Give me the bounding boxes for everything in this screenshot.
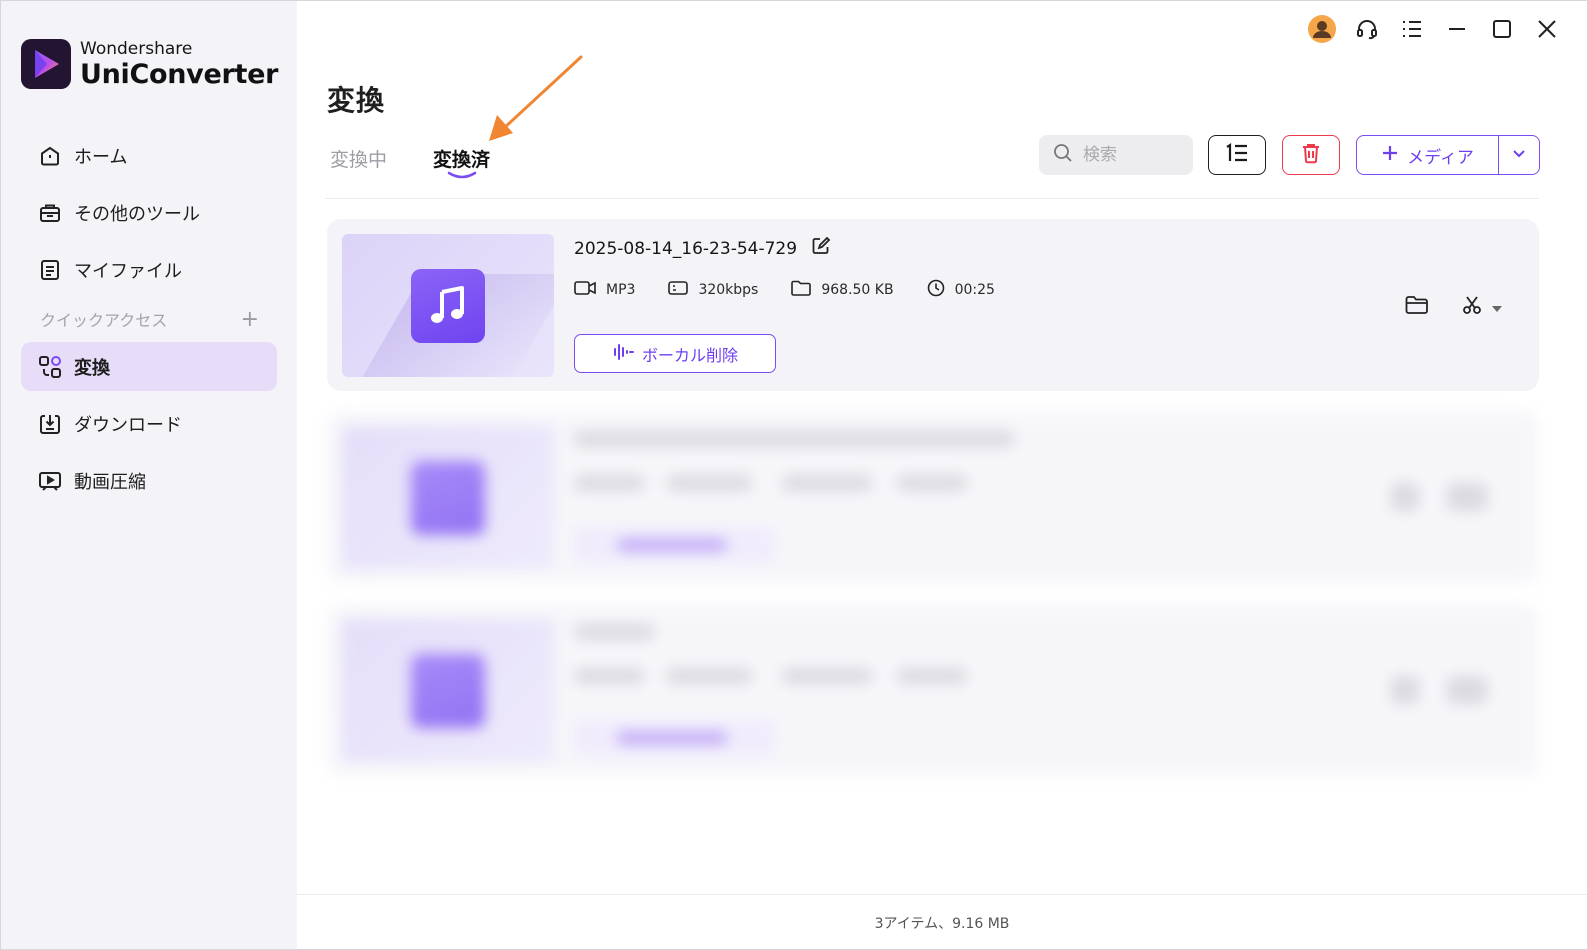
sort-list-button[interactable] <box>1208 135 1266 175</box>
sidebar-item-home[interactable]: ホーム <box>21 131 277 180</box>
file-card-blurred <box>327 411 1539 583</box>
add-media-label: メディア <box>1407 147 1474 168</box>
file-card-actions <box>1405 294 1503 320</box>
file-card: 2025-08-14_16-23-54-729 MP3 320kbps 968.… <box>327 219 1539 391</box>
file-duration: 00:25 <box>954 282 995 298</box>
home-icon <box>37 143 63 169</box>
sidebar-item-label: ダウンロード <box>74 414 182 436</box>
search-input[interactable] <box>1081 144 1175 166</box>
tab-bar: 変換中 変換済 <box>330 145 491 179</box>
toolbox-icon <box>37 200 63 226</box>
music-note-icon <box>411 654 485 728</box>
app-window: Wondershare UniConverter ホーム その他のツール マイフ… <box>0 0 1588 950</box>
file-bitrate: 320kbps <box>698 282 759 298</box>
open-folder-button[interactable] <box>1405 295 1429 319</box>
scissors-icon <box>1461 294 1483 320</box>
download-icon <box>37 411 63 437</box>
menu-button[interactable] <box>1389 15 1434 47</box>
status-summary: 3アイテム、9.16 MB <box>874 915 1010 932</box>
file-meta: MP3 320kbps 968.50 KB 00:25 <box>574 279 1028 301</box>
sidebar-item-other-tools[interactable]: その他のツール <box>21 188 277 237</box>
trim-button[interactable] <box>1461 294 1503 320</box>
sidebar-item-label: ホーム <box>74 146 128 168</box>
user-avatar-button[interactable] <box>1299 15 1344 47</box>
app-logo: Wondershare UniConverter <box>21 39 278 89</box>
convert-icon <box>37 354 63 380</box>
support-button[interactable] <box>1344 15 1389 47</box>
quick-access-header: クイックアクセス + <box>21 302 277 336</box>
file-thumbnail <box>342 426 554 569</box>
video-camera-icon <box>574 280 596 300</box>
clock-icon <box>927 279 945 301</box>
sidebar-item-label: マイファイル <box>74 260 182 282</box>
file-format: MP3 <box>606 282 636 298</box>
maximize-button[interactable] <box>1479 15 1524 47</box>
delete-all-button[interactable] <box>1282 135 1340 175</box>
rename-icon[interactable] <box>811 236 831 261</box>
file-size: 968.50 KB <box>821 282 894 298</box>
menu-list-icon <box>1400 17 1424 45</box>
numbered-list-icon <box>1224 142 1250 168</box>
add-media-button[interactable]: メディア <box>1357 136 1498 174</box>
file-thumbnail <box>342 234 554 377</box>
toolbar: メディア <box>1039 135 1540 175</box>
music-note-icon <box>411 269 485 343</box>
chevron-down-icon <box>1511 145 1527 165</box>
folder-icon <box>791 280 812 300</box>
tab-converted[interactable]: 変換済 <box>433 145 491 179</box>
add-media-dropdown[interactable] <box>1498 136 1539 174</box>
sidebar-item-my-files[interactable]: マイファイル <box>21 245 277 294</box>
trash-icon <box>1300 142 1322 168</box>
plus-icon <box>1381 144 1399 167</box>
sidebar-nav: ホーム その他のツール マイファイル クイックアクセス + 変換 ダウンロード … <box>21 131 277 513</box>
search-box[interactable] <box>1039 135 1193 175</box>
annotation-arrow <box>489 55 583 141</box>
header-divider <box>325 198 1539 199</box>
file-name: 2025-08-14_16-23-54-729 <box>574 236 831 261</box>
page-title: 変換 <box>327 84 386 117</box>
active-tab-indicator <box>447 171 477 179</box>
title-bar-controls <box>1299 15 1569 47</box>
status-bar: 3アイテム、9.16 MB <box>297 894 1587 949</box>
music-note-icon <box>411 461 485 535</box>
tab-label: 変換中 <box>330 149 388 171</box>
avatar-icon <box>1307 14 1337 48</box>
file-thumbnail <box>342 619 554 762</box>
tab-converting[interactable]: 変換中 <box>330 145 387 172</box>
minimize-icon <box>1446 18 1468 44</box>
close-icon <box>1536 18 1558 44</box>
file-name-text: 2025-08-14_16-23-54-729 <box>574 238 798 259</box>
caret-down-icon <box>1491 298 1503 317</box>
tab-label: 変換済 <box>433 149 491 171</box>
sidebar: Wondershare UniConverter ホーム その他のツール マイフ… <box>1 1 297 949</box>
vocal-remover-label: ボーカル削除 <box>641 345 738 365</box>
bitrate-icon <box>668 280 689 300</box>
minimize-button[interactable] <box>1434 15 1479 47</box>
vocal-remover-button[interactable]: ボーカル削除 <box>574 334 776 373</box>
sidebar-item-label: その他のツール <box>74 203 200 225</box>
search-icon <box>1053 143 1073 167</box>
uniconverter-logo-icon <box>21 39 71 89</box>
brand-name: Wondershare <box>80 38 193 59</box>
sidebar-item-label: 動画圧縮 <box>74 471 146 493</box>
waveform-icon <box>612 342 634 366</box>
sidebar-item-download[interactable]: ダウンロード <box>21 399 277 448</box>
folder-icon <box>1405 295 1429 319</box>
sidebar-item-label: 変換 <box>74 357 110 379</box>
add-media-button-group: メディア <box>1356 135 1540 175</box>
maximize-icon <box>1491 18 1513 44</box>
headset-icon <box>1355 17 1379 45</box>
product-name: UniConverter <box>80 58 279 90</box>
file-card-blurred <box>327 604 1539 776</box>
compress-icon <box>37 468 63 494</box>
sidebar-item-compress[interactable]: 動画圧縮 <box>21 456 277 505</box>
file-icon <box>37 257 63 283</box>
add-quick-access-icon[interactable]: + <box>241 307 259 332</box>
quick-access-label: クイックアクセス <box>40 311 168 330</box>
sidebar-item-convert[interactable]: 変換 <box>21 342 277 391</box>
close-button[interactable] <box>1524 15 1569 47</box>
